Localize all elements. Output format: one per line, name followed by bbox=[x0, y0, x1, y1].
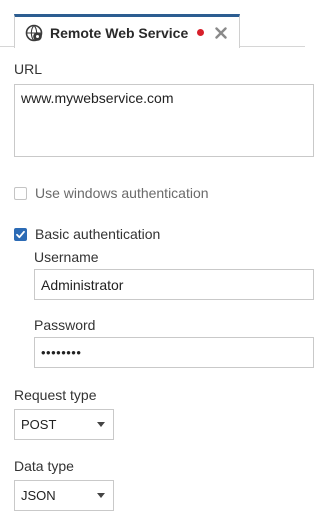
windows-auth-label: Use windows authentication bbox=[35, 185, 209, 201]
data-type-select[interactable]: JSON bbox=[14, 480, 114, 511]
chevron-down-icon bbox=[97, 422, 105, 427]
url-label: URL bbox=[14, 61, 43, 77]
close-icon[interactable] bbox=[215, 26, 227, 39]
tab-title: Remote Web Service bbox=[50, 24, 189, 41]
basic-auth-label: Basic authentication bbox=[35, 226, 161, 242]
windows-auth-checkbox[interactable] bbox=[14, 186, 27, 200]
password-value: •••••••• bbox=[41, 345, 82, 360]
windows-auth-row: Use windows authentication bbox=[14, 185, 209, 201]
web-service-gear-icon bbox=[25, 24, 43, 42]
check-icon bbox=[16, 230, 25, 238]
request-type-value: POST bbox=[21, 417, 57, 432]
url-input[interactable]: www.mywebservice.com bbox=[14, 84, 314, 157]
username-label: Username bbox=[34, 249, 99, 265]
request-type-label: Request type bbox=[14, 387, 97, 403]
url-value: www.mywebservice.com bbox=[21, 90, 174, 106]
unsaved-indicator bbox=[197, 29, 205, 36]
basic-auth-row: Basic authentication bbox=[14, 226, 160, 242]
username-input[interactable]: Administrator bbox=[34, 269, 314, 300]
chevron-down-icon bbox=[97, 493, 105, 498]
password-label: Password bbox=[34, 317, 96, 333]
request-type-select[interactable]: POST bbox=[14, 409, 114, 440]
tab-strip: Remote Web Service bbox=[0, 0, 305, 48]
tab-remote-web-service[interactable]: Remote Web Service bbox=[14, 14, 240, 48]
data-type-label: Data type bbox=[14, 458, 74, 474]
username-value: Administrator bbox=[41, 276, 124, 293]
data-type-value: JSON bbox=[21, 488, 56, 503]
basic-auth-checkbox[interactable] bbox=[14, 227, 27, 241]
remote-web-service-panel: Remote Web Service URL www.mywebservice.… bbox=[0, 0, 314, 516]
password-input[interactable]: •••••••• bbox=[34, 337, 314, 368]
